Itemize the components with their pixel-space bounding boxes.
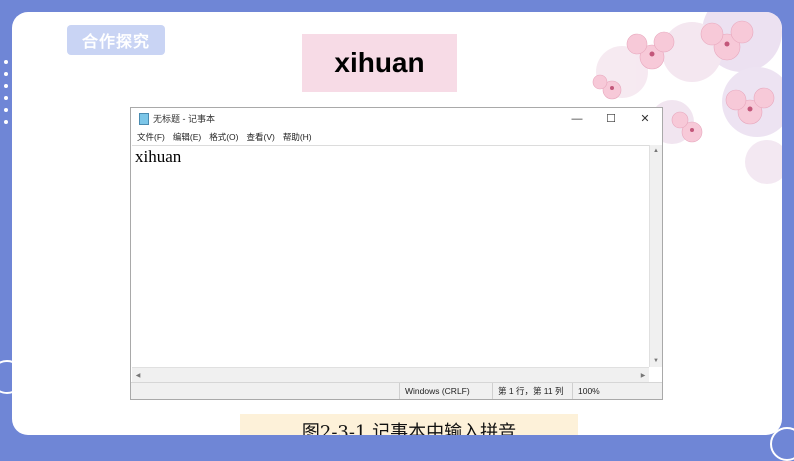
decorative-dots — [2, 60, 10, 132]
slide-title-box: xihuan — [302, 34, 457, 92]
status-encoding-text: Windows (CRLF) — [405, 386, 470, 396]
notepad-window: 无标题 - 记事本 — ☐ ✕ 文件(F) 编辑(E) 格式(O) 查看(V) … — [130, 107, 663, 400]
slide-frame: 合作探究 xihuan 无标题 - 记事本 — ☐ ✕ 文件(F) 编辑(E) … — [12, 12, 782, 435]
notepad-statusbar: Windows (CRLF) 第 1 行，第 11 列 100% — [131, 382, 662, 399]
scroll-right-icon[interactable]: ▶ — [637, 368, 649, 382]
notepad-content: xihuan — [135, 147, 182, 166]
status-zoom: 100% — [572, 383, 632, 399]
status-encoding: Windows (CRLF) — [399, 383, 492, 399]
notepad-app-icon — [139, 112, 149, 125]
maximize-button[interactable]: ☐ — [594, 108, 628, 129]
status-zoom-text: 100% — [578, 386, 600, 396]
notepad-titlebar[interactable]: 无标题 - 记事本 — ☐ ✕ — [131, 108, 662, 129]
vertical-scrollbar[interactable]: ▲ ▼ — [649, 145, 662, 367]
close-button[interactable]: ✕ — [628, 108, 662, 129]
menu-format[interactable]: 格式(O) — [209, 131, 238, 143]
notepad-text-area[interactable]: xihuan — [132, 145, 649, 367]
maximize-icon: ☐ — [606, 113, 616, 125]
scroll-up-icon[interactable]: ▲ — [650, 145, 662, 157]
menu-file[interactable]: 文件(F) — [137, 131, 165, 143]
minimize-button[interactable]: — — [560, 108, 594, 129]
menu-help[interactable]: 帮助(H) — [283, 131, 312, 143]
figure-caption: 图2-3-1 记事本中输入拼音 — [301, 421, 517, 436]
horizontal-scrollbar[interactable]: ◀ ▶ — [132, 367, 649, 382]
figure-caption-box: 图2-3-1 记事本中输入拼音 — [240, 414, 578, 435]
notepad-menubar: 文件(F) 编辑(E) 格式(O) 查看(V) 帮助(H) — [131, 129, 662, 145]
menu-view[interactable]: 查看(V) — [246, 131, 274, 143]
close-icon: ✕ — [640, 113, 650, 125]
slide-title: xihuan — [334, 47, 425, 78]
scroll-left-icon[interactable]: ◀ — [132, 368, 144, 382]
scroll-down-icon[interactable]: ▼ — [650, 355, 662, 367]
section-tag-label: 合作探究 — [81, 32, 150, 51]
minimize-icon: — — [571, 112, 583, 125]
decorative-circle-right — [770, 427, 794, 461]
menu-edit[interactable]: 编辑(E) — [173, 131, 201, 143]
section-tag: 合作探究 — [67, 25, 165, 55]
notepad-window-title: 无标题 - 记事本 — [153, 114, 215, 124]
status-position-text: 第 1 行，第 11 列 — [498, 386, 564, 396]
status-position: 第 1 行，第 11 列 — [492, 383, 572, 399]
